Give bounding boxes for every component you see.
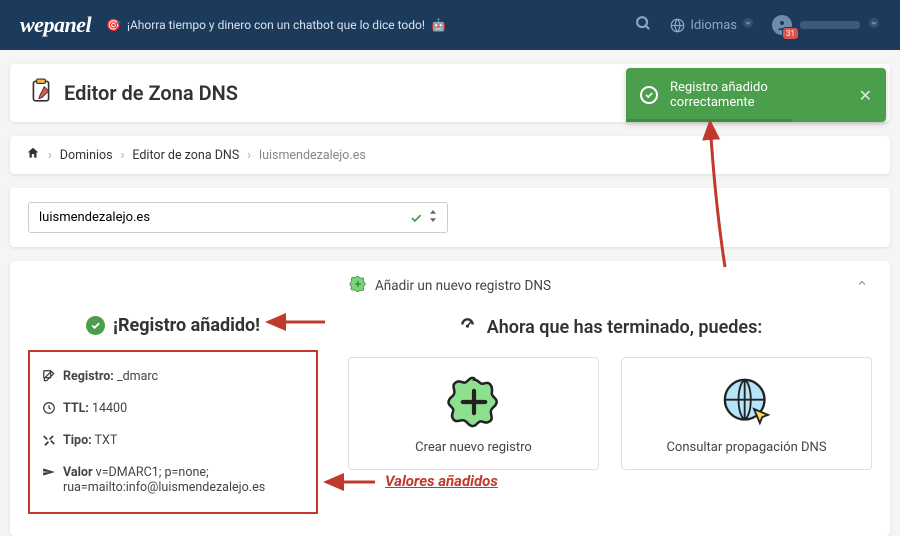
breadcrumb-editor[interactable]: Editor de zona DNS — [132, 148, 239, 163]
language-label: Idiomas — [690, 18, 737, 33]
sort-icon — [429, 210, 437, 225]
tools-icon — [42, 433, 56, 451]
breadcrumb-current: luismendezalejo.es — [259, 148, 366, 163]
target-icon: 🎯 — [106, 18, 121, 32]
create-record-label: Crear nuevo registro — [359, 440, 588, 455]
globe-cursor-icon — [632, 372, 861, 432]
add-flower-icon — [359, 372, 588, 432]
consult-propagation-label: Consultar propagación DNS — [632, 440, 861, 455]
gauge-icon — [458, 315, 477, 339]
close-icon[interactable]: ✕ — [859, 86, 872, 105]
domain-select-card: luismendezalejo.es — [10, 188, 890, 247]
check-icon — [640, 86, 658, 104]
check-icon — [409, 211, 423, 225]
main-card: Añadir un nuevo registro DNS ¡Registro a… — [10, 261, 890, 536]
now-title: Ahora que has terminado, puedes: — [348, 315, 872, 339]
breadcrumb: › Dominios › Editor de zona DNS › luisme… — [10, 136, 890, 174]
domain-select-value: luismendezalejo.es — [39, 210, 150, 225]
globe-icon — [670, 18, 685, 33]
search-icon[interactable] — [635, 15, 652, 36]
home-icon[interactable] — [26, 146, 40, 164]
registro-value: _dmarc — [117, 369, 158, 384]
consult-propagation-card[interactable]: Consultar propagación DNS — [621, 357, 872, 470]
valor-value: v=DMARC1; p=none; rua=mailto:info@luisme… — [63, 465, 265, 495]
add-flower-icon — [349, 275, 367, 297]
breadcrumb-sep: › — [48, 148, 52, 163]
now-title-text: Ahora que has terminado, puedes: — [487, 317, 762, 338]
edit-icon — [42, 369, 56, 387]
user-menu[interactable]: 31 — [772, 15, 880, 35]
topbar: wepanel 🎯 ¡Ahorra tiempo y dinero con un… — [0, 0, 900, 50]
notification-badge: 31 — [782, 27, 799, 40]
check-icon — [86, 316, 105, 335]
promo-banner[interactable]: 🎯 ¡Ahorra tiempo y dinero con un chatbot… — [106, 18, 446, 32]
add-record-label: Añadir un nuevo registro DNS — [375, 278, 551, 294]
valor-label: Valor — [63, 465, 93, 480]
clipboard-icon — [28, 78, 54, 108]
logo: wepanel — [20, 12, 91, 38]
create-new-record-card[interactable]: Crear nuevo registro — [348, 357, 599, 470]
toast-text: Registro añadido correctamente — [670, 80, 847, 110]
tipo-value: TXT — [95, 433, 118, 448]
clock-icon — [42, 401, 56, 419]
registro-label: Registro: — [63, 369, 114, 384]
now-what-column: Ahora que has terminado, puedes: Crear n… — [348, 315, 872, 514]
collapse-icon[interactable] — [856, 277, 868, 293]
user-name-blurred — [800, 21, 860, 29]
success-toast: Registro añadido correctamente ✕ — [626, 68, 886, 122]
success-title-text: ¡Registro añadido! — [113, 315, 260, 336]
record-details-box: Registro: _dmarc TTL: 14400 Tipo: TXT Va… — [28, 350, 318, 514]
domain-select[interactable]: luismendezalejo.es — [28, 202, 448, 233]
tipo-label: Tipo: — [63, 433, 92, 448]
chevron-down-icon — [868, 17, 880, 33]
breadcrumb-dominios[interactable]: Dominios — [60, 148, 113, 163]
breadcrumb-sep: › — [247, 148, 251, 163]
chevron-down-icon — [742, 17, 754, 33]
page-title: Editor de Zona DNS — [64, 81, 238, 105]
robot-icon: 🤖 — [431, 18, 446, 32]
record-added-column: ¡Registro añadido! Registro: _dmarc TTL:… — [28, 315, 318, 514]
breadcrumb-sep: › — [121, 148, 125, 163]
promo-text: ¡Ahorra tiempo y dinero con un chatbot q… — [127, 18, 425, 32]
plane-icon — [42, 465, 56, 483]
ttl-value: 14400 — [92, 401, 127, 416]
add-record-header: Añadir un nuevo registro DNS — [28, 275, 872, 297]
success-title: ¡Registro añadido! — [28, 315, 318, 336]
toast-progress — [626, 119, 792, 122]
language-selector[interactable]: Idiomas — [670, 17, 754, 33]
ttl-label: TTL: — [63, 401, 89, 416]
